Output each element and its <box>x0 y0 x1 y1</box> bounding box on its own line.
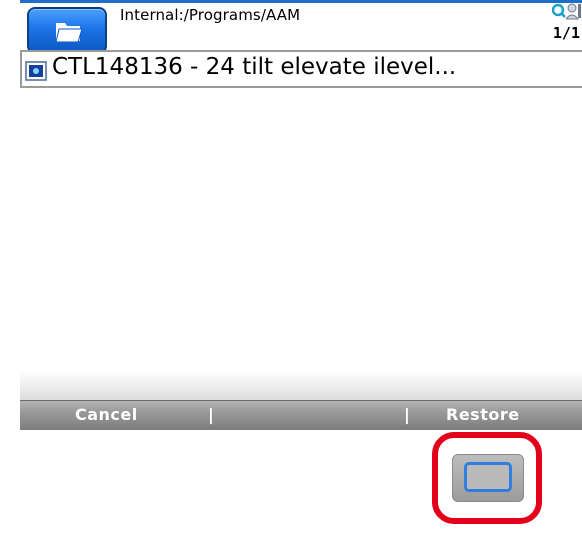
restore-softkey[interactable]: Restore <box>446 405 520 424</box>
current-path: Internal:/Programs/AAM <box>120 6 301 24</box>
folder-button[interactable] <box>27 7 107 54</box>
status-icons <box>552 2 582 20</box>
softkey-bar: Cancel | | Restore <box>20 400 582 430</box>
softkey-separator: | <box>208 405 214 424</box>
cancel-softkey[interactable]: Cancel <box>75 405 138 424</box>
softkey-shadow <box>20 370 582 400</box>
highlight-ring <box>432 432 542 524</box>
list-item[interactable]: CTL148136 - 24 tilt elevate ilevel... <box>20 50 582 88</box>
program-file-icon <box>25 61 47 81</box>
header-top-border <box>20 0 582 3</box>
center-key-face <box>464 462 512 492</box>
device-screen: Internal:/Programs/AAM 1/1 CTL148136 - 2… <box>20 0 582 430</box>
file-name-label: CTL148136 - 24 tilt elevate ilevel... <box>52 54 457 80</box>
softkey-separator: | <box>404 405 410 424</box>
header: Internal:/Programs/AAM 1/1 <box>20 0 582 54</box>
center-select-key[interactable] <box>452 454 524 502</box>
page-counter: 1/1 <box>552 24 580 42</box>
